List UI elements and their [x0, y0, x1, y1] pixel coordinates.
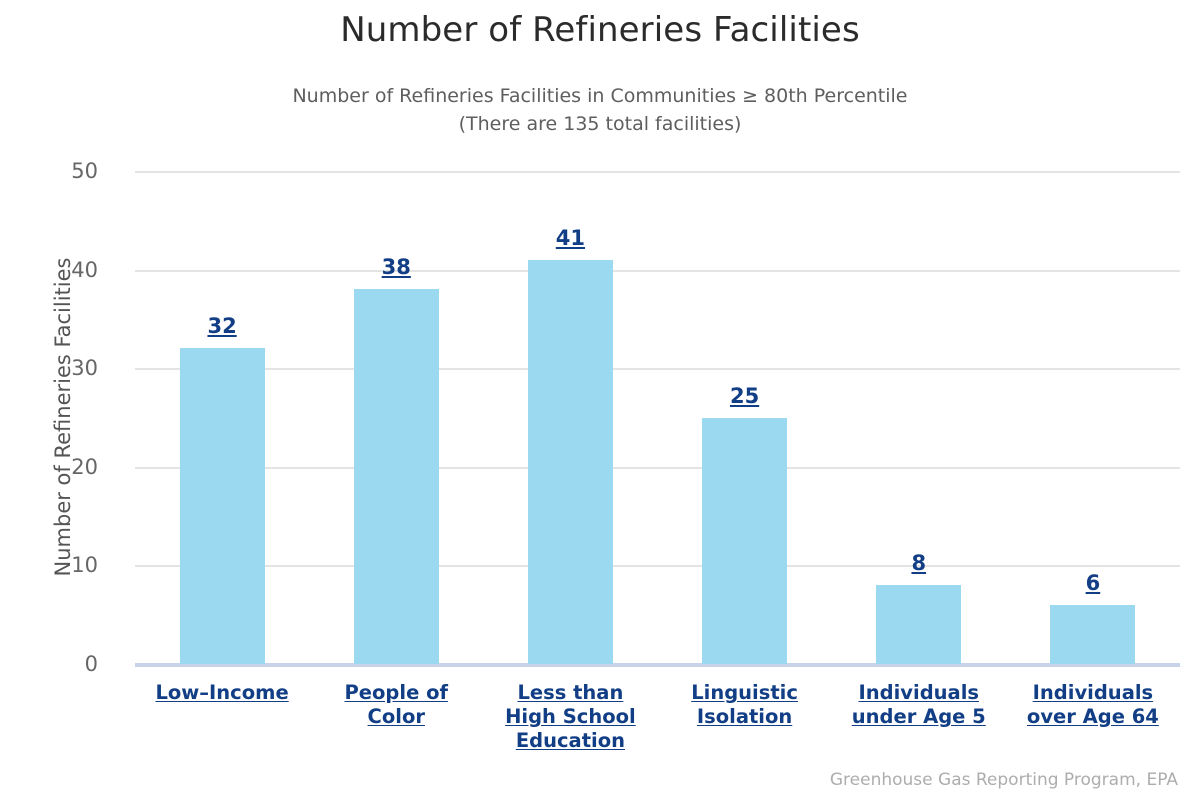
- y-axis-tick-label: 10: [71, 553, 98, 578]
- bar[interactable]: [527, 259, 613, 664]
- bar-value-label[interactable]: 38: [316, 255, 476, 279]
- x-axis-category-line: Isolation: [696, 705, 793, 728]
- chart-subtitle-line-1: Number of Refineries Facilities in Commu…: [292, 85, 908, 107]
- y-axis-tick-label: 0: [84, 652, 98, 676]
- x-axis-category-label[interactable]: Individuals under Age 5: [819, 681, 1019, 729]
- x-axis-category-label[interactable]: People of Color: [296, 681, 496, 729]
- bar[interactable]: [702, 417, 788, 664]
- bar-chart: Number of Refineries Facilities Number o…: [0, 0, 1200, 800]
- x-axis-category-line: People of: [344, 681, 448, 704]
- x-axis-category-label[interactable]: Linguistic Isolation: [645, 681, 845, 729]
- source-attribution: Greenhouse Gas Reporting Program, EPA: [829, 770, 1178, 790]
- y-axis-tick-label: 30: [71, 356, 98, 381]
- chart-subtitle: Number of Refineries Facilities in Commu…: [0, 82, 1200, 138]
- bar-value-label[interactable]: 8: [839, 551, 999, 575]
- bar[interactable]: [353, 289, 439, 664]
- gridline: [135, 269, 1180, 272]
- y-axis-title: Number of Refineries Facilities: [51, 257, 75, 577]
- x-axis-category-label[interactable]: Low–Income: [122, 681, 322, 705]
- x-axis-category-line: Less than: [517, 681, 624, 704]
- bar-value-label[interactable]: 25: [665, 384, 825, 408]
- chart-title: Number of Refineries Facilities: [340, 10, 860, 50]
- bar[interactable]: [876, 585, 962, 664]
- chart-subtitle-line-2: (There are 135 total facilities): [458, 113, 742, 135]
- y-axis-tick-label: 20: [71, 454, 98, 479]
- x-axis-category-line: Linguistic: [691, 681, 798, 704]
- bar-value-label[interactable]: 6: [1013, 571, 1173, 595]
- y-axis-tick-label: 40: [71, 257, 98, 282]
- x-axis-category-line: over Age 64: [1026, 705, 1159, 728]
- bar[interactable]: [1050, 604, 1136, 664]
- x-axis-category-line: Individuals: [1032, 681, 1154, 704]
- gridline: [135, 171, 1180, 173]
- bar-value-label[interactable]: 41: [490, 226, 650, 250]
- gridline: [135, 565, 1180, 568]
- x-axis-category-line: under Age 5: [851, 705, 986, 728]
- gridline: [135, 466, 1180, 469]
- gridline: [135, 664, 1180, 666]
- bar-value-label[interactable]: 32: [142, 314, 302, 338]
- y-axis-tick-label: 50: [71, 159, 98, 183]
- x-axis-category-line: Color: [367, 705, 425, 728]
- x-axis-category-line: Education: [515, 729, 625, 752]
- x-axis-category-line: High School: [505, 705, 636, 728]
- x-axis-category-label[interactable]: Less than High School Education: [470, 681, 670, 753]
- bar[interactable]: [179, 348, 265, 664]
- x-axis-category-line: Low–Income: [155, 681, 289, 704]
- x-axis-category-line: Individuals: [858, 681, 979, 704]
- gridline: [135, 368, 1180, 371]
- x-axis-category-label[interactable]: Individuals over Age 64: [993, 681, 1193, 729]
